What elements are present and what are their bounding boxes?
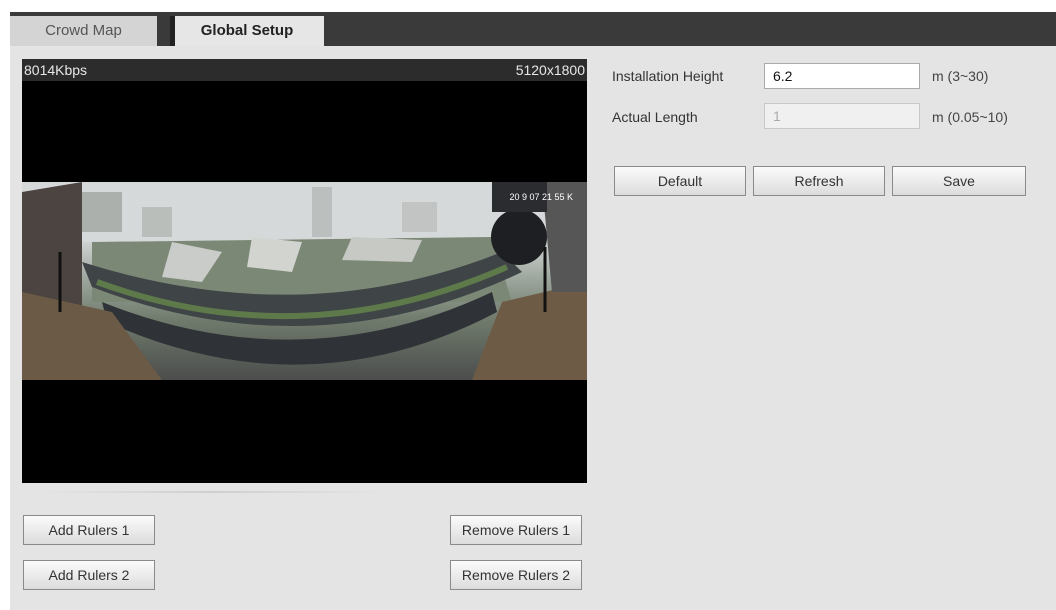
- video-preview[interactable]: 8014Kbps 5120x1800 20 9 07 21 55 K: [22, 59, 587, 483]
- actual-length-unit: m (0.05~10): [932, 109, 1008, 125]
- tab-global-setup[interactable]: Global Setup: [170, 16, 324, 46]
- resolution-label: 5120x1800: [515, 62, 585, 78]
- actual-length-label: Actual Length: [612, 109, 698, 125]
- osd-timestamp: 20 9 07 21 55 K: [509, 192, 573, 202]
- panorama-image: 20 9 07 21 55 K: [22, 182, 587, 380]
- panorama-scene: [22, 182, 587, 380]
- installation-height-input[interactable]: [764, 63, 920, 89]
- add-rulers-1-button[interactable]: Add Rulers 1: [23, 515, 155, 545]
- divider-line: [42, 491, 382, 493]
- refresh-button[interactable]: Refresh: [753, 166, 885, 196]
- bitrate-label: 8014Kbps: [24, 62, 88, 78]
- default-button[interactable]: Default: [614, 166, 746, 196]
- actual-length-input: [764, 103, 920, 129]
- save-button[interactable]: Save: [892, 166, 1026, 196]
- remove-rulers-2-button[interactable]: Remove Rulers 2: [450, 560, 582, 590]
- tab-crowd-map[interactable]: Crowd Map: [10, 16, 157, 46]
- installation-height-label: Installation Height: [612, 68, 724, 84]
- remove-rulers-1-button[interactable]: Remove Rulers 1: [450, 515, 582, 545]
- add-rulers-2-button[interactable]: Add Rulers 2: [23, 560, 155, 590]
- installation-height-unit: m (3~30): [932, 68, 989, 84]
- global-setup-panel: 8014Kbps 5120x1800 20 9 07 21 55 K Add R…: [10, 46, 1056, 610]
- video-info-bar: 8014Kbps 5120x1800: [22, 59, 587, 81]
- tab-bar: Crowd Map Global Setup: [10, 12, 1056, 46]
